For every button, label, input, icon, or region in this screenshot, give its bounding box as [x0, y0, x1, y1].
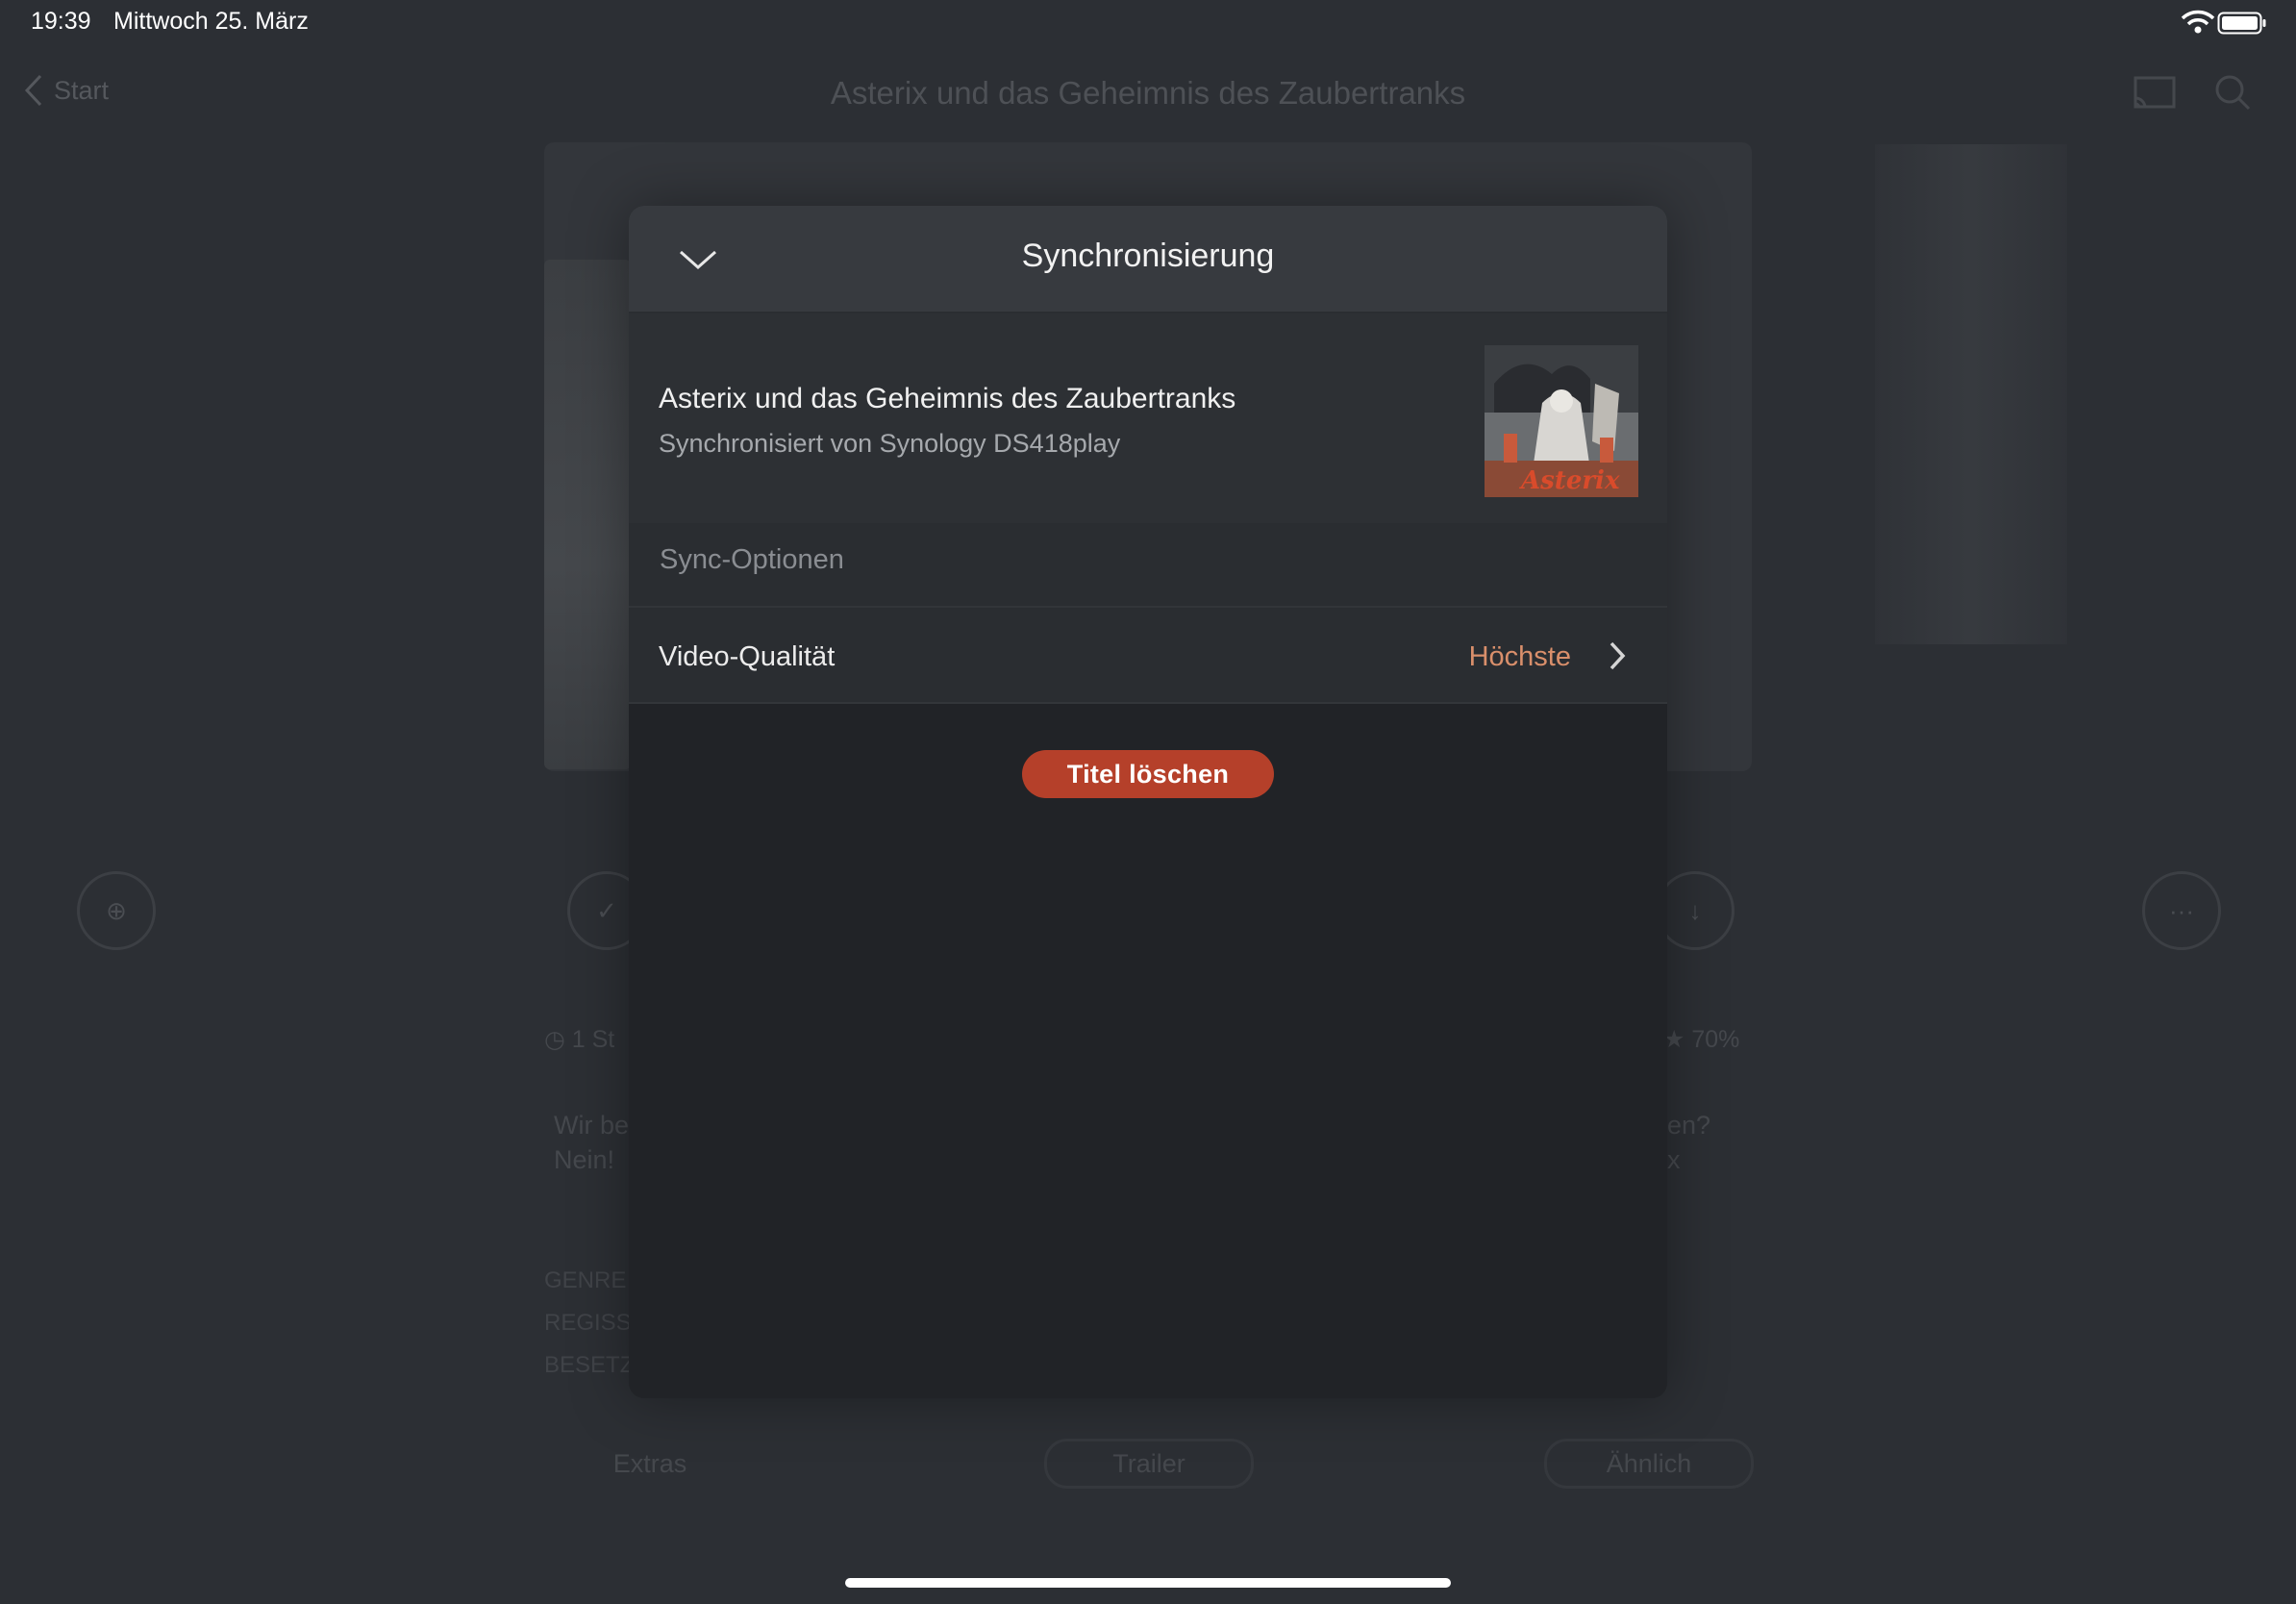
tab-trailer[interactable]: Trailer: [1044, 1439, 1254, 1489]
summary-line: x: [1667, 1145, 1681, 1174]
sync-sheet: Synchronisierung Asterix und das Geheimn…: [629, 206, 1667, 1398]
summary-left: Wir be Nein!: [554, 1108, 629, 1177]
status-time: 19:39: [31, 8, 91, 35]
status-date: Mittwoch 25. März: [113, 8, 309, 35]
page-title: Asterix und das Geheimnis des Zaubertran…: [830, 75, 1466, 111]
checkmark-icon: ✓: [596, 895, 617, 925]
battery-icon: [2217, 12, 2266, 35]
video-quality-row[interactable]: Video-Qualität Höchste: [629, 608, 1667, 704]
more-button[interactable]: ···: [2142, 871, 2221, 950]
poster-logo-text: Asterix: [1521, 466, 1620, 495]
backdrop-figure: [1875, 144, 2067, 644]
sheet-title: Synchronisierung: [1021, 238, 1275, 274]
sheet-header: Synchronisierung: [629, 206, 1667, 313]
cast-label: BESETZ: [544, 1352, 635, 1378]
section-label: Sync-Optionen: [660, 544, 844, 575]
credits-labels: GENRE REGISS BESETZ: [544, 1260, 634, 1387]
playlist-add-icon: ⊕: [106, 895, 127, 925]
delete-title-button[interactable]: Titel löschen: [1022, 750, 1274, 798]
duration-text: 1 St: [571, 1026, 615, 1053]
status-bar: 19:39 Mittwoch 25. März: [0, 0, 2296, 46]
chevron-right-icon: [1610, 641, 1626, 670]
search-icon[interactable]: [2213, 73, 2252, 112]
summary-line: Nein!: [554, 1145, 615, 1174]
video-quality-label: Video-Qualität: [659, 641, 836, 672]
director-label: REGISS: [544, 1310, 632, 1336]
summary-line: Wir be: [554, 1111, 630, 1140]
summary-line: en?: [1667, 1111, 1711, 1140]
synced-item-thumbnail: Asterix: [1485, 345, 1638, 497]
clock-icon: ◷: [544, 1026, 572, 1053]
poster-image: [544, 260, 631, 769]
synced-item-title: Asterix und das Geheimnis des Zaubertran…: [659, 383, 1236, 414]
add-to-playlist-button[interactable]: ⊕: [77, 871, 156, 950]
tab-similar[interactable]: Ähnlich: [1544, 1439, 1754, 1489]
synced-item-subtitle: Synchronisiert von Synology DS418play: [659, 429, 1121, 458]
duration-info: ◷ 1 St: [544, 1025, 614, 1054]
rating-info: ★ 70%: [1663, 1025, 1739, 1054]
genre-label: GENRE: [544, 1267, 627, 1293]
cast-icon[interactable]: [2133, 75, 2177, 112]
wifi-icon: [2181, 10, 2215, 34]
home-indicator[interactable]: [845, 1578, 1451, 1588]
download-icon: ↓: [1688, 895, 1702, 925]
rating-text: 70%: [1691, 1026, 1740, 1053]
download-button[interactable]: ↓: [1656, 871, 1734, 950]
summary-right: en? x: [1667, 1108, 1710, 1177]
tab-extras[interactable]: Extras: [548, 1439, 752, 1489]
more-icon: ···: [2169, 895, 2194, 925]
video-quality-value: Höchste: [1468, 641, 1571, 672]
rating-icon: ★: [1663, 1026, 1692, 1053]
